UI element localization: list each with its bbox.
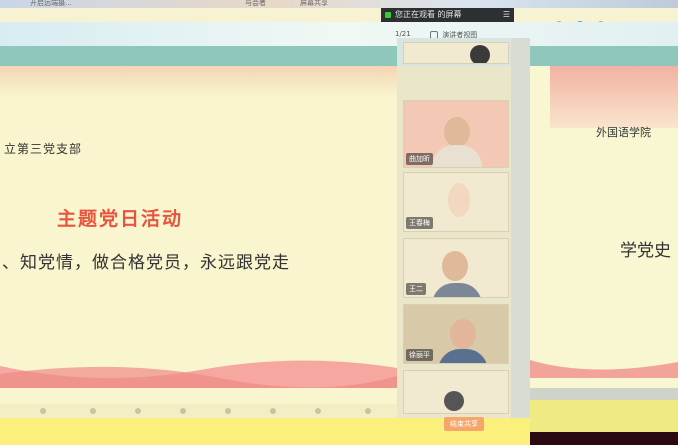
- control-dot[interactable]: [270, 408, 276, 414]
- preview-wave-decoration: [530, 360, 678, 378]
- participant-tile[interactable]: 王春梅: [403, 172, 509, 232]
- control-dot[interactable]: [180, 408, 186, 414]
- control-dot[interactable]: [135, 408, 141, 414]
- slide-top-band: [0, 46, 678, 66]
- preview-text: 学党史: [620, 241, 671, 261]
- slide-header: 立第三党支部: [4, 142, 83, 156]
- topbar-item-share[interactable]: 屏幕共享: [300, 0, 328, 8]
- control-dot[interactable]: [40, 408, 46, 414]
- share-status-icon: [385, 12, 391, 18]
- avatar: [450, 319, 476, 349]
- slide-title: 主题党日活动: [57, 208, 184, 230]
- slide-preview: 外国语学院 学党史: [530, 66, 678, 388]
- participant-tile[interactable]: 徐丽平: [403, 304, 509, 364]
- participant-name: 曲加昕: [406, 153, 433, 165]
- viewing-notice-text: 您正在观看 的屏幕: [395, 10, 462, 19]
- avatar-body: [438, 349, 488, 363]
- avatar: [444, 117, 470, 147]
- screen-share-window: 开启远端摄... 与会者 屏幕共享 您正在观看 的屏幕 ☰ 1/21 演讲者视图…: [0, 0, 678, 445]
- slide-slogan: 、知党情，做合格党员，永远跟党走: [2, 253, 290, 273]
- control-dot[interactable]: [365, 408, 371, 414]
- control-dot[interactable]: [315, 408, 321, 414]
- viewing-notice: 您正在观看 的屏幕 ☰: [381, 8, 514, 22]
- participant-tile[interactable]: 王二: [403, 238, 509, 298]
- control-dot[interactable]: [90, 408, 96, 414]
- participant-name: 徐丽平: [406, 349, 433, 361]
- preview-banner: [550, 66, 678, 128]
- menu-icon[interactable]: ☰: [503, 8, 510, 22]
- avatar: [444, 391, 464, 411]
- participant-name: 王春梅: [406, 217, 433, 229]
- participant-name: 王二: [406, 283, 426, 295]
- avatar: [448, 183, 470, 217]
- corner-overlay: [530, 432, 678, 445]
- avatar-body: [432, 283, 482, 297]
- slide-wave-decoration: [0, 360, 397, 388]
- topbar-item-participants[interactable]: 与会者: [245, 0, 266, 8]
- avatar: [442, 251, 468, 281]
- topbar-item-camera[interactable]: 开启远端摄...: [30, 0, 72, 8]
- control-dot[interactable]: [225, 408, 231, 414]
- participant-scrollbar[interactable]: [511, 38, 530, 418]
- toolbar: [0, 22, 678, 46]
- slide-banner: [0, 66, 397, 96]
- preview-footer: [530, 388, 678, 400]
- participant-tile[interactable]: 曲加昕: [403, 100, 509, 168]
- participant-tile[interactable]: [403, 370, 509, 414]
- page-indicator: 1/21: [395, 30, 411, 38]
- avatar: [470, 45, 490, 63]
- participant-tile[interactable]: [403, 42, 509, 64]
- system-top-bar: 开启远端摄... 与会者 屏幕共享: [0, 0, 678, 8]
- end-share-button[interactable]: 结束共享: [444, 417, 484, 431]
- shared-slide: 立第三党支部 主题党日活动 、知党情，做合格党员，永远跟党走: [0, 66, 397, 406]
- preview-header: 外国语学院: [596, 126, 651, 139]
- avatar-body: [432, 145, 482, 167]
